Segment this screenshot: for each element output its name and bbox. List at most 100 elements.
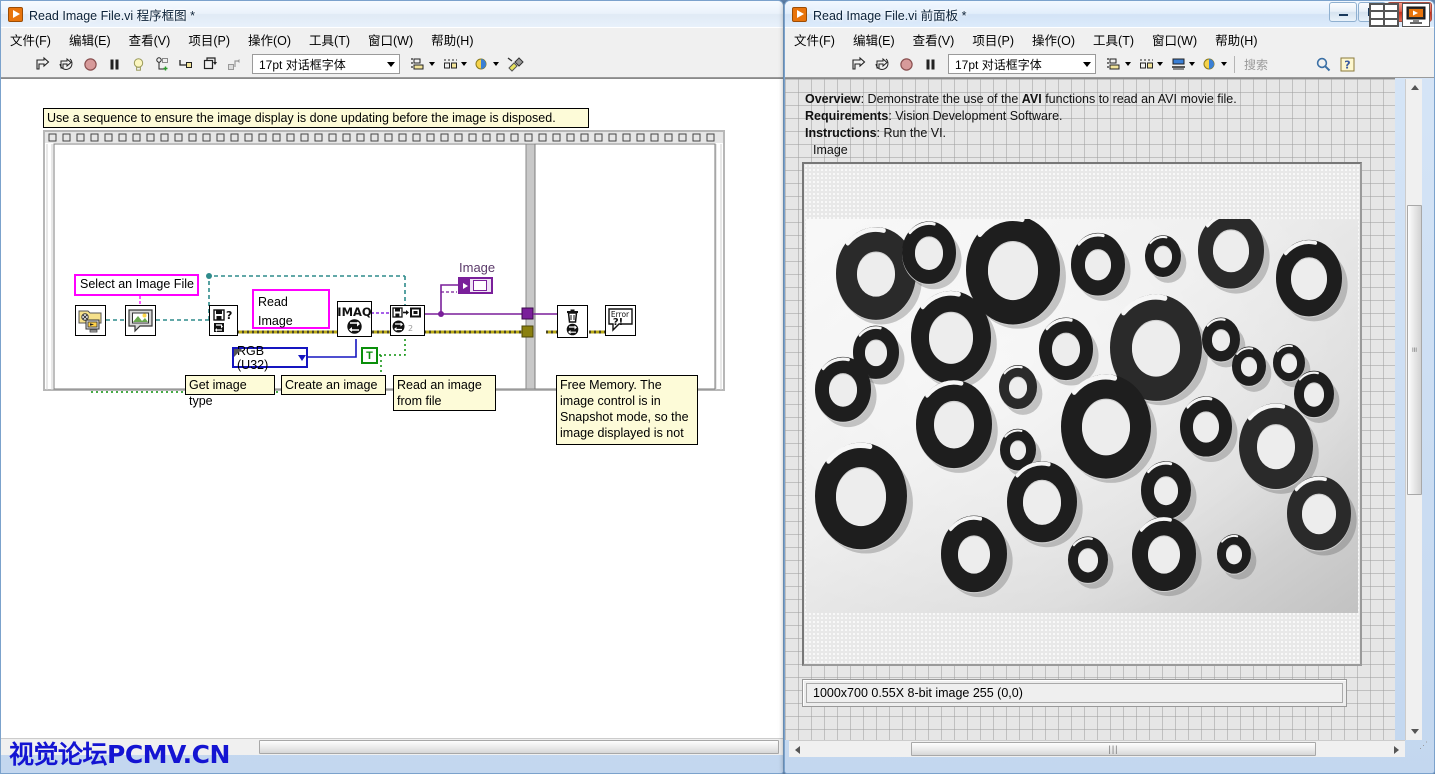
abort-button[interactable]: [79, 54, 101, 75]
image-display-control[interactable]: [802, 162, 1362, 666]
watermark-text: 视觉论坛PCMV.CN: [9, 735, 230, 771]
node-imaq-create[interactable]: IMAQ: [337, 301, 372, 337]
node-imaq-dispose[interactable]: [557, 305, 588, 338]
step-over-button[interactable]: [199, 54, 221, 75]
reorder-button[interactable]: [471, 54, 501, 75]
resize-objects-button[interactable]: [1167, 54, 1197, 75]
menu-edit[interactable]: 编辑(E): [60, 27, 120, 52]
run-button[interactable]: [31, 54, 53, 75]
menu-help[interactable]: 帮助(H): [422, 27, 482, 52]
comment-top-sequence[interactable]: Use a sequence to ensure the image displ…: [43, 108, 589, 128]
distribute-objects-button[interactable]: [1135, 54, 1165, 75]
scroll-right-arrow[interactable]: [1388, 741, 1405, 758]
highlight-execution-button[interactable]: [127, 54, 149, 75]
comment-create-an-image[interactable]: Create an image: [281, 375, 386, 395]
instructions-line: Instructions: Run the VI.: [805, 125, 946, 142]
context-help-button[interactable]: ?: [1336, 54, 1358, 75]
distribute-objects-button[interactable]: [439, 54, 469, 75]
align-objects-button[interactable]: [1103, 54, 1133, 75]
block-diagram-menubar[interactable]: 文件(F) 编辑(E) 查看(V) 项目(P) 操作(O) 工具(T) 窗口(W…: [1, 27, 783, 51]
image-status-text: 1000x700 0.55X 8-bit image 255 (0,0): [806, 683, 1343, 703]
flat-sequence-structure[interactable]: [43, 130, 725, 391]
resize-grip[interactable]: ⋰: [1419, 740, 1432, 753]
menu-view[interactable]: 查看(V): [120, 27, 180, 52]
scroll-thumb-grip: ≡: [1410, 347, 1420, 353]
step-out-button[interactable]: [223, 54, 245, 75]
block-diagram-titlebar[interactable]: Read Image File.vi 程序框图 *: [1, 1, 783, 27]
front-panel-hscrollbar[interactable]: |||: [789, 740, 1405, 757]
menu-help[interactable]: 帮助(H): [1206, 27, 1266, 52]
front-panel-hscroll-thumb[interactable]: |||: [911, 742, 1316, 756]
menu-window[interactable]: 窗口(W): [1143, 27, 1206, 52]
reorder-button[interactable]: [1199, 54, 1229, 75]
labview-run-icon: [8, 7, 23, 22]
label-read-image[interactable]: Read Image: [252, 289, 330, 329]
vi-icon-monitor[interactable]: [1402, 3, 1430, 27]
front-panel-menubar[interactable]: 文件(F) 编辑(E) 查看(V) 项目(P) 操作(O) 工具(T) 窗口(W…: [785, 27, 1434, 51]
block-diagram-toolbar[interactable]: 17pt 对话框字体: [1, 51, 783, 78]
image-display-photo: [806, 219, 1358, 613]
menu-project[interactable]: 项目(P): [179, 27, 239, 52]
node-error-handler[interactable]: Error ?!: [605, 305, 636, 336]
requirements-label: Requirements: [805, 109, 888, 123]
font-selector[interactable]: 17pt 对话框字体: [948, 54, 1096, 74]
label-select-an-image-file[interactable]: Select an Image File: [74, 274, 199, 296]
constant-boolean-true-value: T: [366, 350, 373, 362]
block-diagram-canvas[interactable]: Use a sequence to ensure the image displ…: [1, 78, 783, 738]
menu-file[interactable]: 文件(F): [785, 27, 844, 52]
menu-operate[interactable]: 操作(O): [1023, 27, 1084, 52]
menu-window[interactable]: 窗口(W): [359, 27, 422, 52]
menu-operate[interactable]: 操作(O): [239, 27, 300, 52]
node-get-image-type[interactable]: ?: [209, 305, 238, 336]
font-selector[interactable]: 17pt 对话框字体: [252, 54, 400, 74]
menu-file[interactable]: 文件(F): [1, 27, 60, 52]
abort-button[interactable]: [895, 54, 917, 75]
front-panel-canvas[interactable]: Overview: Demonstrate the use of the AVI…: [785, 78, 1395, 740]
minimize-button[interactable]: [1329, 2, 1357, 22]
chevron-down-icon: [1125, 62, 1131, 66]
label-image-indicator: Image: [459, 260, 495, 275]
constant-rgb-u32[interactable]: RGB (U32): [232, 347, 308, 368]
search-button[interactable]: [1312, 54, 1334, 75]
front-panel-titlebar[interactable]: Read Image File.vi 前面板 * ✕: [785, 1, 1434, 27]
menu-tools[interactable]: 工具(T): [1084, 27, 1143, 52]
connector-pane-icon[interactable]: [1369, 3, 1399, 27]
retain-wire-values-button[interactable]: [151, 54, 173, 75]
menu-project[interactable]: 项目(P): [963, 27, 1023, 52]
pause-button[interactable]: [103, 54, 125, 75]
menu-view[interactable]: 查看(V): [904, 27, 964, 52]
scroll-up-arrow[interactable]: [1406, 79, 1423, 96]
front-panel-toolbar[interactable]: 17pt 对话框字体 搜索: [785, 51, 1434, 78]
indicator-terminal-image[interactable]: [458, 277, 493, 294]
front-panel-window[interactable]: Read Image File.vi 前面板 * ✕ 文件(F) 编辑(E) 查…: [784, 0, 1435, 774]
step-into-button[interactable]: [175, 54, 197, 75]
front-panel-vscroll-thumb[interactable]: ≡: [1407, 205, 1422, 495]
pause-button[interactable]: [919, 54, 941, 75]
run-continuously-button[interactable]: [55, 54, 77, 75]
comment-get-image-type[interactable]: Get image type: [185, 375, 275, 395]
front-panel-vscrollbar[interactable]: ≡: [1405, 79, 1422, 740]
run-button[interactable]: [847, 54, 869, 75]
node-file-dialog[interactable]: [75, 305, 106, 336]
menu-edit[interactable]: 编辑(E): [844, 27, 904, 52]
comment-free-memory[interactable]: Free Memory. The image control is in Sna…: [556, 375, 698, 445]
scroll-left-arrow[interactable]: [789, 741, 806, 758]
menu-tools[interactable]: 工具(T): [300, 27, 359, 52]
scroll-down-arrow[interactable]: [1406, 723, 1423, 740]
comment-read-an-image-from-file[interactable]: Read an image from file: [393, 375, 496, 411]
search-input[interactable]: 搜索: [1240, 55, 1310, 74]
clean-up-diagram-button[interactable]: [503, 54, 529, 75]
constant-boolean-true[interactable]: T: [361, 347, 378, 364]
align-objects-button[interactable]: [407, 54, 437, 75]
block-diagram-hscroll-thumb[interactable]: [259, 740, 779, 754]
node-select-image-file[interactable]: [125, 305, 156, 336]
run-continuously-button[interactable]: [871, 54, 893, 75]
instructions-label: Instructions: [805, 126, 877, 140]
overview-text: : Demonstrate the use of the: [861, 92, 1022, 106]
svg-text:?: ?: [1344, 58, 1350, 71]
chevron-down-icon[interactable]: [298, 355, 306, 361]
node-imaq-readfile[interactable]: 2: [390, 305, 425, 336]
requirements-text: : Vision Development Software.: [888, 109, 1062, 123]
font-selector-value: 17pt 对话框字体: [955, 56, 1042, 73]
block-diagram-window[interactable]: Read Image File.vi 程序框图 * 文件(F) 编辑(E) 查看…: [0, 0, 784, 774]
